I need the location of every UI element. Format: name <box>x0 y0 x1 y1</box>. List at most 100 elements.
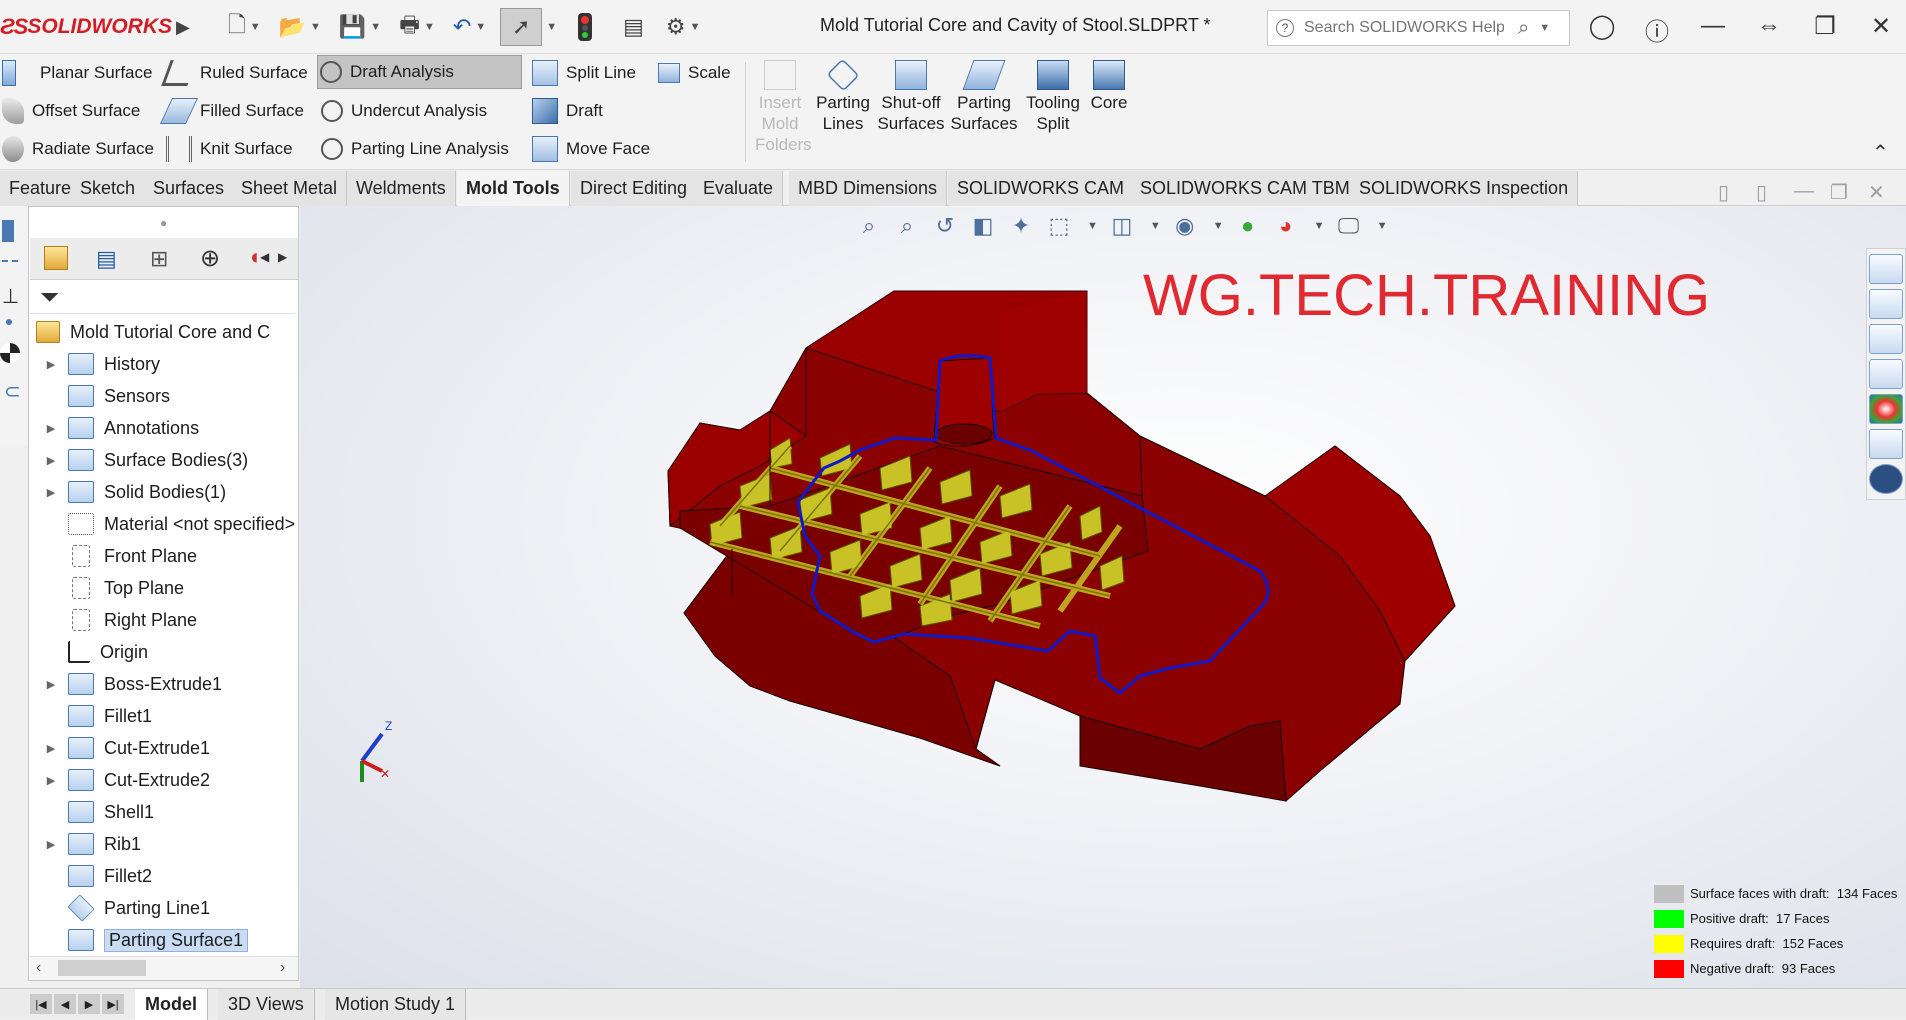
viewport-minimize-icon[interactable]: — <box>1794 180 1814 203</box>
viewport-tile-left-icon[interactable]: ▯ <box>1718 180 1729 205</box>
expand-arrow-icon[interactable]: ▶ <box>44 678 58 691</box>
parting-surfaces-button[interactable]: Parting Surfaces <box>950 60 1018 134</box>
view-palette-icon[interactable] <box>1869 359 1903 389</box>
undo-icon[interactable]: ↶ <box>453 8 471 46</box>
chevron-down-icon[interactable]: ▼ <box>250 21 261 33</box>
tree-item-shell1[interactable]: Shell1 <box>30 796 154 828</box>
view-settings-icon[interactable]: 🖵 <box>1335 212 1363 240</box>
tab-motion-study-1[interactable]: Motion Study 1 <box>325 989 467 1020</box>
tab-surfaces[interactable]: Surfaces <box>144 171 235 206</box>
move-face-button[interactable]: Move Face <box>530 133 650 165</box>
ruled-surface-button[interactable]: Ruled Surface <box>161 57 308 89</box>
configuration-manager-tab-icon[interactable]: ⊞ <box>150 246 168 272</box>
tab-scroll-left-icon[interactable]: ◀ <box>260 250 269 264</box>
print-icon[interactable]: 🖶 <box>399 8 420 46</box>
tree-item-rib1[interactable]: ▶ Rib1 <box>30 828 141 860</box>
minimize-window-icon[interactable]: — <box>1698 12 1728 40</box>
tree-item-fillet2[interactable]: Fillet2 <box>30 860 152 892</box>
property-manager-tab-icon[interactable]: ▤ <box>96 246 117 272</box>
view-orientation-icon[interactable]: ⬚ <box>1045 212 1073 240</box>
help-search-box[interactable]: ? ⌕ ▼ <box>1267 10 1570 46</box>
shut-off-surfaces-button[interactable]: Shut-off Surfaces <box>876 60 946 134</box>
search-input[interactable] <box>1304 19 1504 37</box>
tab-solidworks-cam-tbm[interactable]: SOLIDWORKS CAM TBM <box>1131 171 1360 206</box>
save-icon[interactable]: 💾 <box>339 8 366 46</box>
tooling-split-button[interactable]: Tooling Split <box>1023 60 1083 134</box>
parting-line-analysis-button[interactable]: Parting Line Analysis <box>319 133 509 165</box>
viewport-restore-icon[interactable]: ❐ <box>1830 180 1848 205</box>
feature-manager-tab-icon[interactable] <box>44 246 68 270</box>
solidworks-resources-icon[interactable] <box>1869 254 1903 284</box>
chevron-down-icon[interactable]: ▼ <box>690 21 701 33</box>
solidworks-forum-icon[interactable] <box>1869 464 1903 494</box>
options-gear-icon[interactable]: ⚙ <box>666 8 686 46</box>
tree-item-front-plane[interactable]: Front Plane <box>30 540 197 572</box>
tree-item-top-plane[interactable]: Top Plane <box>30 572 184 604</box>
tab-weldments[interactable]: Weldments <box>347 171 456 206</box>
graphics-viewport[interactable]: WG.TECH.TRAINING Z ✕ <box>300 206 1906 988</box>
previous-view-icon[interactable]: ↺ <box>931 212 959 240</box>
tree-item-fillet1[interactable]: Fillet1 <box>30 700 152 732</box>
tab-sketch[interactable]: Sketch <box>71 171 146 206</box>
chevron-down-icon[interactable]: ▼ <box>1213 220 1224 232</box>
chevron-down-icon[interactable]: ▼ <box>1539 22 1550 34</box>
tree-item-parting-line1[interactable]: Parting Line1 <box>30 892 210 924</box>
tab-solidworks-cam[interactable]: SOLIDWORKS CAM <box>948 171 1135 206</box>
select-icon[interactable]: ➚ <box>500 8 543 46</box>
chevron-down-icon[interactable]: ▼ <box>310 21 321 33</box>
chevron-down-icon[interactable]: ▼ <box>1314 220 1325 232</box>
section-view-icon[interactable]: ◧ <box>969 212 997 240</box>
custom-properties-icon[interactable] <box>1869 429 1903 459</box>
apply-scene-icon[interactable]: ◕ <box>1272 212 1300 240</box>
tree-item-right-plane[interactable]: Right Plane <box>30 604 197 636</box>
tab-mbd-dimensions[interactable]: MBD Dimensions <box>789 171 948 206</box>
file-properties-icon[interactable]: ▤ <box>623 8 644 46</box>
rebuild-traffic-light-icon[interactable] <box>577 8 593 46</box>
viewport-tile-right-icon[interactable]: ▯ <box>1756 180 1767 205</box>
hide-show-items-icon[interactable]: ◉ <box>1171 212 1199 240</box>
chevron-down-icon[interactable]: ▼ <box>1377 220 1388 232</box>
tree-item-annotations[interactable]: ▶ Annotations <box>30 412 199 444</box>
filter-funnel-icon[interactable]: ⏷ <box>40 284 59 312</box>
offset-surface-button[interactable]: Offset Surface <box>0 95 140 127</box>
chevron-down-icon[interactable]: ▼ <box>424 21 435 33</box>
dimxpert-manager-tab-icon[interactable]: ⊕ <box>200 244 220 273</box>
edit-appearance-icon[interactable]: ● <box>1234 212 1262 240</box>
expand-arrow-icon[interactable]: ▶ <box>44 838 58 851</box>
tree-item-sensors[interactable]: Sensors <box>30 380 170 412</box>
expand-arrow-icon[interactable]: ▶ <box>44 454 58 467</box>
tree-item-surface-bodies[interactable]: ▶ Surface Bodies(3) <box>30 444 248 476</box>
undercut-analysis-button[interactable]: Undercut Analysis <box>319 95 487 127</box>
expand-arrow-icon[interactable]: ▶ <box>44 742 58 755</box>
center-of-mass-icon[interactable] <box>0 343 20 363</box>
viewport-close-icon[interactable]: ✕ <box>1868 180 1885 205</box>
scroll-last-icon[interactable]: ▶| <box>102 994 124 1014</box>
design-library-icon[interactable] <box>1869 289 1903 319</box>
view-triad[interactable]: Z ✕ <box>352 716 422 786</box>
search-icon[interactable]: ⌕ <box>1518 17 1529 40</box>
expand-arrow-icon[interactable]: ▶ <box>44 486 58 499</box>
menu-expand-icon[interactable]: ▶ <box>176 8 190 46</box>
split-line-button[interactable]: Split Line <box>530 57 636 89</box>
expand-arrow-icon[interactable]: ▶ <box>44 774 58 787</box>
chevron-down-icon[interactable]: ▼ <box>1150 220 1161 232</box>
panel-grip-icon[interactable]: ● <box>160 216 167 230</box>
file-explorer-icon[interactable] <box>1869 324 1903 354</box>
attach-icon[interactable]: ⊂ <box>4 379 28 404</box>
radiate-surface-button[interactable]: Radiate Surface <box>0 133 154 165</box>
tab-sheet-metal[interactable]: Sheet Metal <box>232 171 348 206</box>
tree-item-boss-extrude1[interactable]: ▶ Boss-Extrude1 <box>30 668 222 700</box>
chevron-down-icon[interactable]: ▼ <box>475 21 486 33</box>
planar-surface-button[interactable]: Planar Surface <box>0 57 152 89</box>
tree-item-cut-extrude2[interactable]: ▶ Cut-Extrude2 <box>30 764 210 796</box>
help-icon[interactable]: ⓘ <box>1642 12 1672 47</box>
fit-window-icon[interactable]: ⇔ <box>1754 12 1784 40</box>
scroll-first-icon[interactable]: |◀ <box>30 994 52 1014</box>
expand-arrow-icon[interactable]: ▶ <box>44 358 58 371</box>
new-document-icon[interactable]: 🗋 <box>228 8 246 46</box>
appearances-scenes-icon[interactable] <box>1869 394 1903 424</box>
expand-arrow-icon[interactable]: ▶ <box>44 422 58 435</box>
coordinate-system-icon[interactable]: ⊥ <box>2 284 28 309</box>
tree-item-history[interactable]: ▶ History <box>30 348 160 380</box>
scroll-right-icon[interactable]: › <box>280 959 285 977</box>
